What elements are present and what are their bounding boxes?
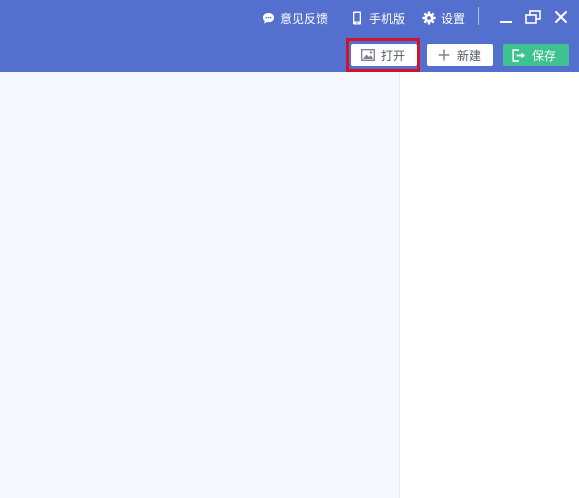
feedback-label: 意见反馈 [280,11,329,26]
side-panel [399,72,579,498]
gear-icon [422,11,436,25]
mobile-version-link[interactable]: 手机版 [350,8,405,28]
new-button[interactable]: 新建 [427,44,493,66]
settings-label: 设置 [441,11,466,26]
restore-icon [525,9,541,27]
title-separator [478,7,479,25]
exit-icon [512,48,526,62]
new-label: 新建 [457,48,482,63]
save-label: 保存 [532,48,557,63]
top-bar: 意见反馈 手机版 设置 打开 新建 保存 [0,0,579,72]
plus-icon [437,48,451,62]
settings-link[interactable]: 设置 [422,8,465,28]
editor-canvas[interactable] [0,72,399,498]
restore-button[interactable] [524,9,542,27]
close-icon [554,10,568,27]
open-button[interactable]: 打开 [351,44,417,66]
open-label: 打开 [381,48,406,63]
phone-icon [350,11,364,25]
save-button[interactable]: 保存 [503,44,569,66]
minimize-button[interactable] [497,9,515,27]
feedback-link[interactable]: 意见反馈 [261,8,328,28]
mobile-label: 手机版 [369,11,406,26]
image-icon [361,48,375,62]
minimize-icon [499,10,513,27]
chat-bubble-icon [261,11,275,25]
close-button[interactable] [552,9,570,27]
